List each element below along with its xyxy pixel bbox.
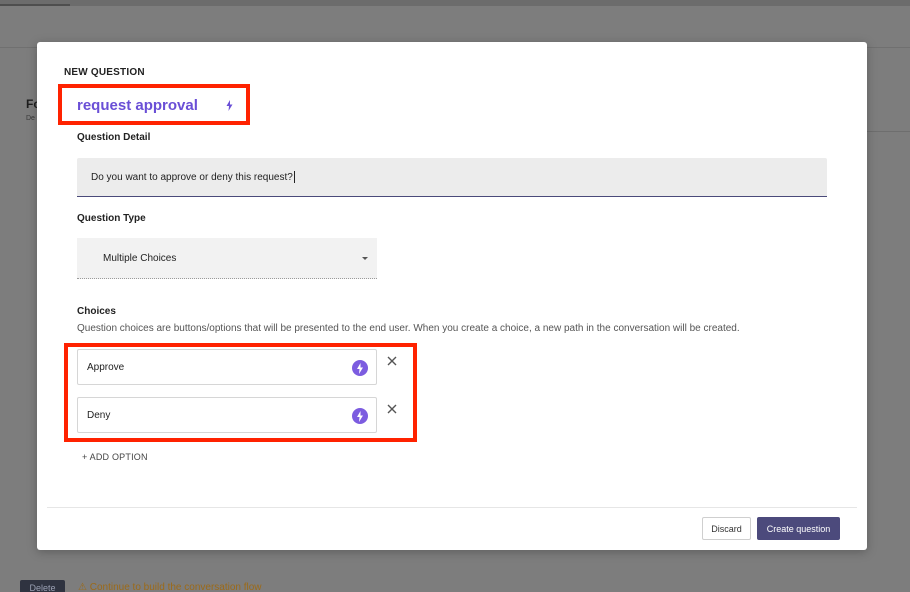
annotation-highlight-title bbox=[58, 84, 250, 125]
background-divider bbox=[866, 131, 910, 132]
create-question-button[interactable]: Create question bbox=[757, 517, 840, 540]
add-option-button[interactable]: + ADD OPTION bbox=[82, 452, 148, 462]
question-detail-input[interactable]: Do you want to approve or deny this requ… bbox=[77, 158, 827, 197]
text-cursor bbox=[293, 171, 295, 183]
discard-button[interactable]: Discard bbox=[702, 517, 751, 540]
question-type-select[interactable]: Multiple Choices bbox=[77, 238, 377, 279]
background-warning-text: ⚠ Continue to build the conversation flo… bbox=[78, 582, 262, 592]
caret-down-icon bbox=[362, 257, 368, 260]
footer-divider bbox=[47, 507, 857, 508]
question-type-value: Multiple Choices bbox=[103, 252, 177, 264]
question-detail-label: Question Detail bbox=[77, 132, 151, 143]
background-page-subtitle: De bbox=[26, 115, 35, 122]
choices-label: Choices bbox=[77, 306, 116, 317]
question-detail-value: Do you want to approve or deny this requ… bbox=[91, 171, 293, 183]
choices-help-text: Question choices are buttons/options tha… bbox=[77, 323, 740, 334]
modal-heading: NEW QUESTION bbox=[64, 67, 145, 78]
annotation-highlight-choices bbox=[64, 343, 417, 442]
background-delete-button[interactable]: Delete bbox=[20, 580, 65, 592]
question-type-label: Question Type bbox=[77, 213, 146, 224]
